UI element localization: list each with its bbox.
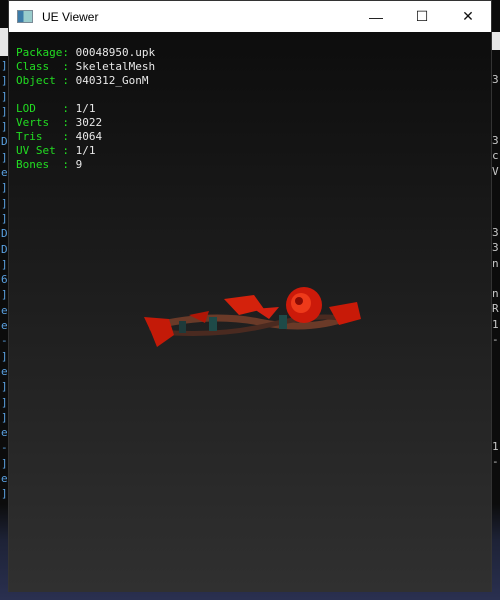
info-value: 3022 (75, 116, 103, 129)
background-editor-text: ] ] ] ] ] D ] e ] ] ] D D ] 6 ] e e - ] … (1, 59, 8, 501)
info-label: UV Set : (16, 144, 69, 157)
info-package: Package: 00048950.upk (16, 46, 155, 60)
minimize-button[interactable]: — (353, 1, 399, 32)
rose-vine-mesh (144, 287, 361, 347)
info-verts: Verts : 3022 (16, 116, 155, 130)
title-bar[interactable]: UE Viewer — ☐ ✕ (9, 1, 491, 32)
info-value: 1/1 (75, 102, 96, 115)
mesh-info-overlay: Package: 00048950.upk Class : SkeletalMe… (16, 46, 155, 172)
info-value: 9 (75, 158, 83, 171)
app-icon (17, 10, 33, 23)
background-window-edge (0, 28, 8, 56)
info-label: Class : (16, 60, 69, 73)
info-label: LOD : (16, 102, 69, 115)
info-value: 4064 (75, 130, 103, 143)
3d-viewport[interactable]: Package: 00048950.upk Class : SkeletalMe… (9, 32, 491, 592)
background-window-edge (492, 32, 500, 50)
info-value: SkeletalMesh (75, 60, 156, 73)
info-label: Tris : (16, 130, 69, 143)
info-bones: Bones : 9 (16, 158, 155, 172)
info-label: Verts : (16, 116, 69, 129)
info-label: Object : (16, 74, 69, 87)
info-value: 040312_GonM (75, 74, 149, 87)
info-lod: LOD : 1/1 (16, 102, 155, 116)
info-label: Package: (16, 46, 69, 59)
info-label: Bones : (16, 158, 69, 171)
info-class: Class : SkeletalMesh (16, 60, 155, 74)
background-editor-text: 3 3 c V 3 3 n n R 1 - 1 - (492, 73, 499, 469)
info-tris: Tris : 4064 (16, 130, 155, 144)
info-value: 00048950.upk (75, 46, 156, 59)
info-uvset: UV Set : 1/1 (16, 144, 155, 158)
info-object: Object : 040312_GonM (16, 74, 155, 88)
ue-viewer-window: UE Viewer — ☐ ✕ Package: 00048950.upk Cl… (8, 0, 492, 592)
close-button[interactable]: ✕ (445, 1, 491, 32)
window-title: UE Viewer (42, 9, 99, 24)
maximize-button[interactable]: ☐ (399, 1, 445, 32)
info-value: 1/1 (75, 144, 96, 157)
